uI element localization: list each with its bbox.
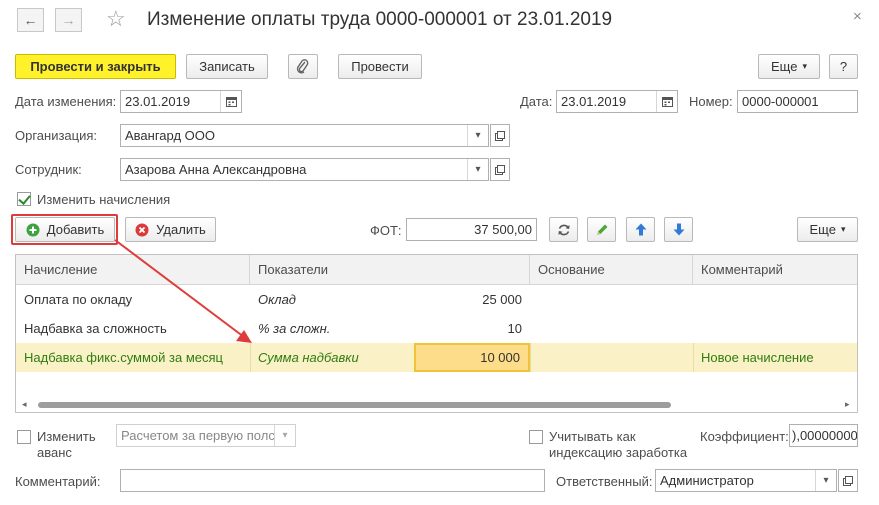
indexation-label: Учитывать как <box>549 429 636 444</box>
open-link-icon <box>843 475 853 486</box>
responsible-value: Администратор <box>660 473 754 488</box>
comment-label: Комментарий: <box>15 474 101 489</box>
advance-method-value: Расчетом за первую полс <box>121 428 275 443</box>
change-advance-label-line2: аванс <box>37 445 72 460</box>
indexation-checkbox[interactable] <box>529 430 543 444</box>
responsible-field[interactable]: Администратор ▾ <box>655 469 837 492</box>
dropdown-arrow-icon: ▾ <box>274 425 295 446</box>
advance-method-select: Расчетом за первую полс ▾ <box>116 424 296 447</box>
indexation-label-line2: индексацию заработка <box>549 445 688 460</box>
change-advance-label: Изменить <box>37 429 96 444</box>
open-responsible-button[interactable] <box>838 469 858 492</box>
coefficient-field[interactable]: ),00000000 <box>789 424 858 447</box>
responsible-label: Ответственный: <box>556 474 653 489</box>
change-advance-checkbox[interactable] <box>17 430 31 444</box>
coefficient-label: Коэффициент: <box>700 429 789 444</box>
dropdown-arrow-icon[interactable]: ▾ <box>815 470 836 491</box>
comment-field[interactable] <box>120 469 545 492</box>
